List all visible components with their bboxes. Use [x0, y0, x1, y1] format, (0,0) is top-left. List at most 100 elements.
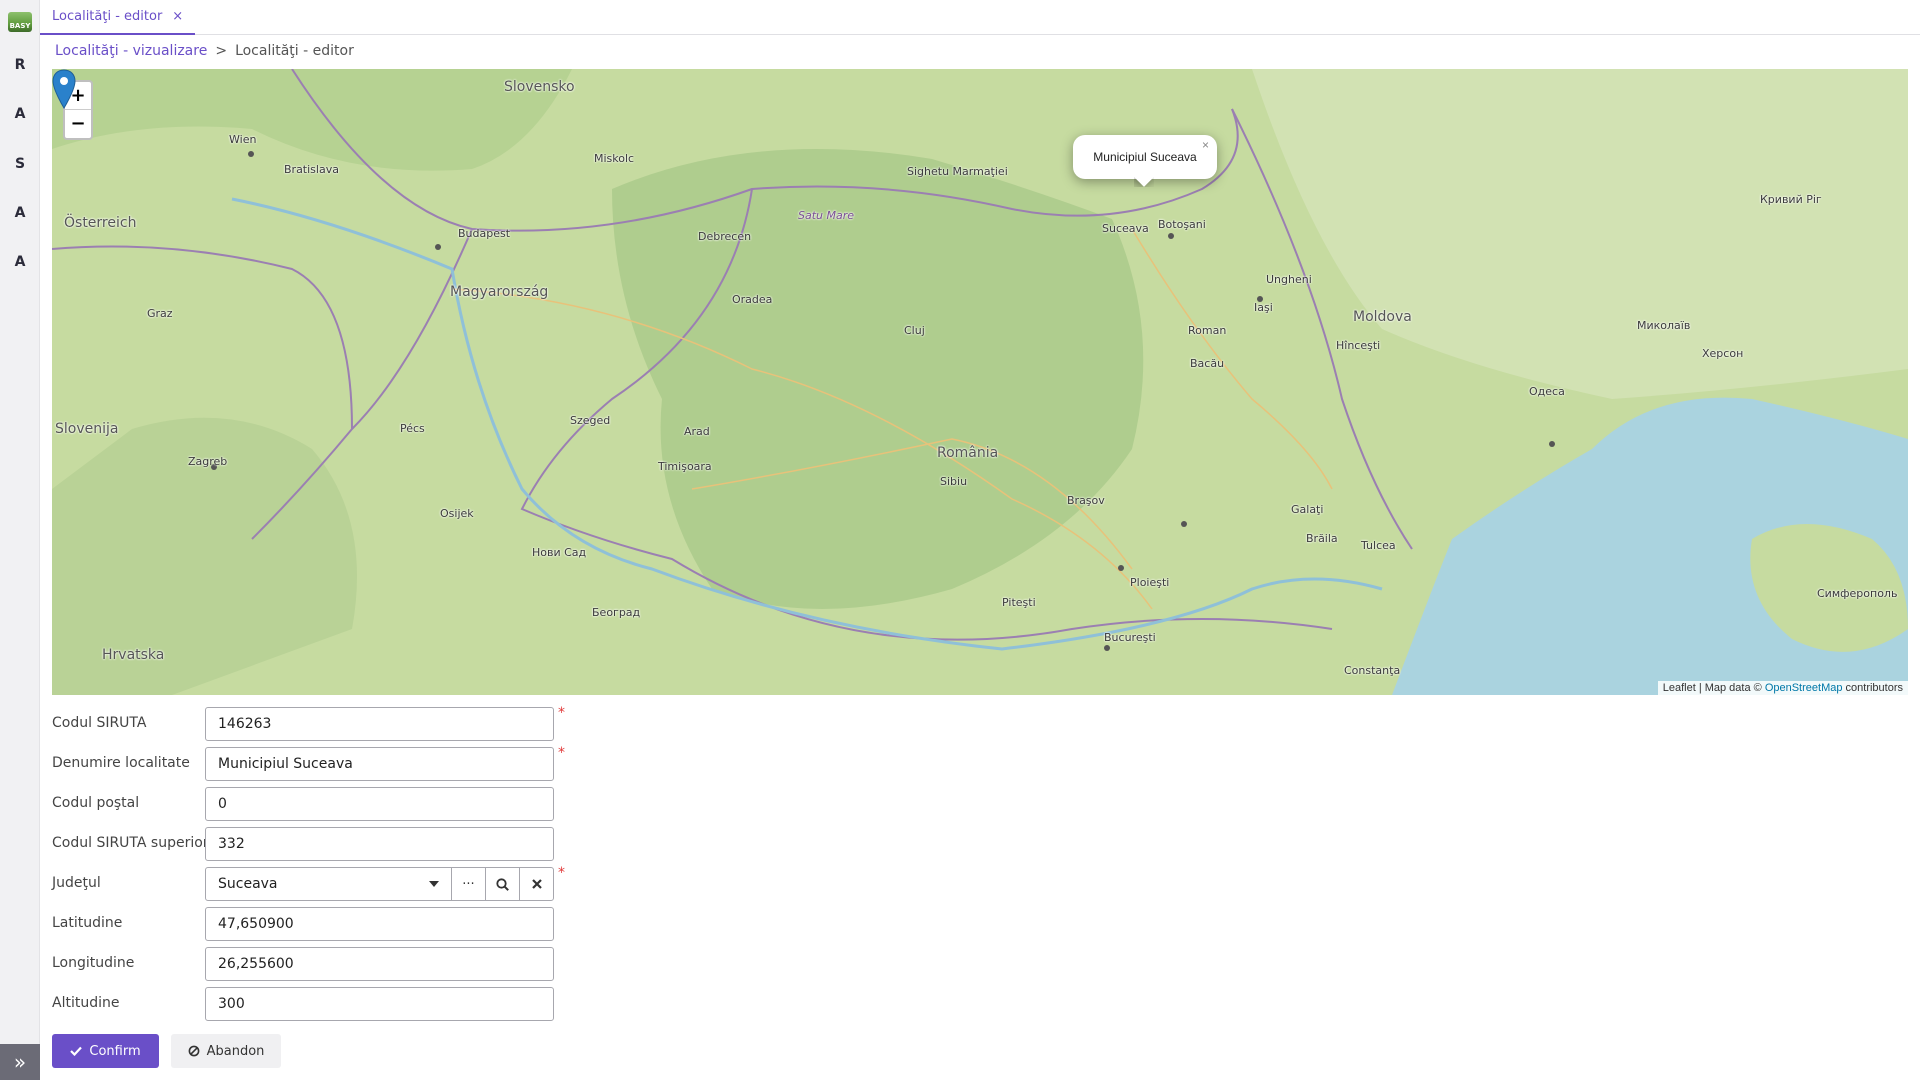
judetul-selected-value: Suceava	[218, 876, 278, 892]
required-marker: *	[558, 705, 565, 721]
map-label-osijek: Osijek	[440, 507, 474, 520]
sidebar-expand-button[interactable]: »	[0, 1044, 40, 1080]
map-label-brasov: Braşov	[1067, 494, 1105, 507]
judetul-clear-button[interactable]	[519, 868, 553, 900]
attribution-suffix: contributors	[1842, 682, 1903, 694]
abandon-button[interactable]: Abandon	[171, 1034, 281, 1068]
map-label-debrecen: Debrecen	[698, 230, 752, 243]
required-marker: *	[558, 865, 565, 881]
map-label-magyarorszag: Magyarország	[450, 284, 549, 300]
judetul-more-button[interactable]: ···	[451, 868, 485, 900]
form-row-denumire-localitate: Denumire localitate *	[52, 745, 572, 781]
map-view[interactable]: Slovensko Österreich Magyarország Sloven…	[52, 69, 1908, 695]
ban-icon	[188, 1045, 199, 1057]
codul-siruta-input[interactable]	[205, 707, 554, 741]
map-attribution: Leaflet | Map data © OpenStreetMap contr…	[1657, 681, 1908, 695]
map-label-graz: Graz	[147, 307, 173, 320]
app-logo[interactable]: BASY	[8, 12, 32, 32]
sidebar-item-r[interactable]: R	[0, 57, 40, 73]
form-row-codul-siruta-superior: Codul SIRUTA superior	[52, 827, 572, 861]
denumire-localitate-input[interactable]	[205, 747, 554, 781]
map-label-timisoara: Timişoara	[658, 460, 712, 473]
openstreetmap-link[interactable]: OpenStreetMap	[1765, 682, 1843, 694]
longitudine-input[interactable]	[205, 947, 554, 981]
form-row-judetul: Judeţul Suceava ··· *	[52, 865, 572, 901]
map-label-beograd: Београд	[592, 606, 641, 619]
check-icon	[70, 1046, 83, 1056]
map-label-moldova: Moldova	[1353, 309, 1412, 325]
judetul-search-button[interactable]	[485, 868, 519, 900]
sidebar-item-a3[interactable]: A	[0, 254, 40, 270]
judetul-select-dropdown[interactable]: Suceava	[206, 868, 451, 900]
codul-siruta-superior-label: Codul SIRUTA superior	[52, 835, 209, 851]
map-label-botosani: Botoşani	[1158, 218, 1206, 231]
required-marker: *	[558, 745, 565, 761]
left-sidebar: BASY R A S A A »	[0, 0, 40, 1080]
codul-postal-label: Codul poştal	[52, 795, 140, 811]
latitudine-label: Latitudine	[52, 915, 123, 931]
map-label-kherson: Херсон	[1702, 347, 1744, 360]
form-row-codul-postal: Codul poştal	[52, 787, 572, 821]
altitudine-input[interactable]	[205, 987, 554, 1021]
map-label-osterreich: Österreich	[64, 215, 137, 231]
breadcrumb-separator: >	[215, 43, 228, 59]
confirm-button[interactable]: Confirm	[52, 1034, 159, 1068]
tab-label: Localităţi - editor	[52, 9, 163, 24]
map-label-slovensko: Slovensko	[504, 79, 575, 95]
longitudine-label: Longitudine	[52, 955, 135, 971]
latitudine-input[interactable]	[205, 907, 554, 941]
breadcrumb-parent-link[interactable]: Localităţi - vizualizare	[55, 43, 207, 59]
map-label-kryvyi-rih: Кривий Ріг	[1760, 193, 1822, 206]
map-label-arad: Arad	[684, 425, 710, 438]
abandon-button-label: Abandon	[206, 1043, 265, 1059]
sidebar-item-s[interactable]: S	[0, 156, 40, 172]
breadcrumb-current: Localităţi - editor	[235, 43, 354, 59]
map-label-sighetu: Sighetu Marmaţiei	[907, 165, 1008, 178]
judetul-select: Suceava ···	[205, 867, 554, 901]
zoom-out-button[interactable]: −	[65, 110, 91, 138]
sidebar-item-a1[interactable]: A	[0, 106, 40, 122]
sidebar-item-a2[interactable]: A	[0, 205, 40, 221]
popup-title: Municipiul Suceava	[1093, 150, 1197, 164]
map-label-szeged: Szeged	[570, 414, 611, 427]
map-label-tulcea: Tulcea	[1361, 539, 1396, 552]
map-label-odesa: Одеса	[1529, 385, 1565, 398]
map-label-ungheni: Ungheni	[1266, 273, 1312, 286]
map-label-roman: Roman	[1188, 324, 1227, 337]
map-label-simferopol: Симферополь	[1817, 587, 1898, 600]
map-label-cluj: Cluj	[904, 324, 925, 337]
tab-close-icon[interactable]: ×	[172, 9, 183, 24]
form-row-latitudine: Latitudine	[52, 907, 572, 941]
map-label-slovenija: Slovenija	[55, 421, 119, 437]
map-label-pitesti: Piteşti	[1002, 596, 1036, 609]
caret-down-icon	[429, 881, 439, 887]
breadcrumb: Localităţi - vizualizare > Localităţi - …	[55, 43, 354, 59]
marker-popup: Municipiul Suceava ×	[1073, 135, 1217, 179]
popup-tip	[1134, 177, 1154, 187]
map-label-bucuresti: Bucureşti	[1104, 631, 1156, 644]
map-label-iasi: Iaşi	[1254, 301, 1273, 314]
location-marker-icon[interactable]	[52, 69, 76, 109]
popup-close-icon[interactable]: ×	[1202, 138, 1209, 152]
codul-siruta-superior-input[interactable]	[205, 827, 554, 861]
map-label-bacau: Bacău	[1190, 357, 1225, 370]
search-icon	[496, 877, 509, 891]
judetul-label: Judeţul	[52, 875, 101, 891]
tab-localitati-editor[interactable]: Localităţi - editor ×	[40, 0, 196, 35]
map-label-miskolc: Miskolc	[594, 152, 635, 165]
map-label-hrvatska: Hrvatska	[102, 647, 165, 663]
map-label-bratislava: Bratislava	[284, 163, 339, 176]
map-label-mykolaiv: Миколаїв	[1637, 319, 1691, 332]
map-label-satu-mare: Satu Mare	[798, 209, 855, 222]
map-label-suceava: Suceava	[1102, 222, 1149, 235]
map-label-sibiu: Sibiu	[940, 475, 968, 488]
map-label-romania: România	[937, 445, 999, 461]
form-row-codul-siruta: Codul SIRUTA *	[52, 705, 572, 741]
map-label-galati: Galaţi	[1291, 503, 1324, 516]
tab-bar: Localităţi - editor ×	[40, 0, 1920, 35]
codul-postal-input[interactable]	[205, 787, 554, 821]
altitudine-label: Altitudine	[52, 995, 120, 1011]
map-label-constanta: Constanţa	[1344, 664, 1401, 677]
ellipsis-icon: ···	[462, 876, 475, 892]
map-label-zagreb: Zagreb	[188, 455, 228, 468]
